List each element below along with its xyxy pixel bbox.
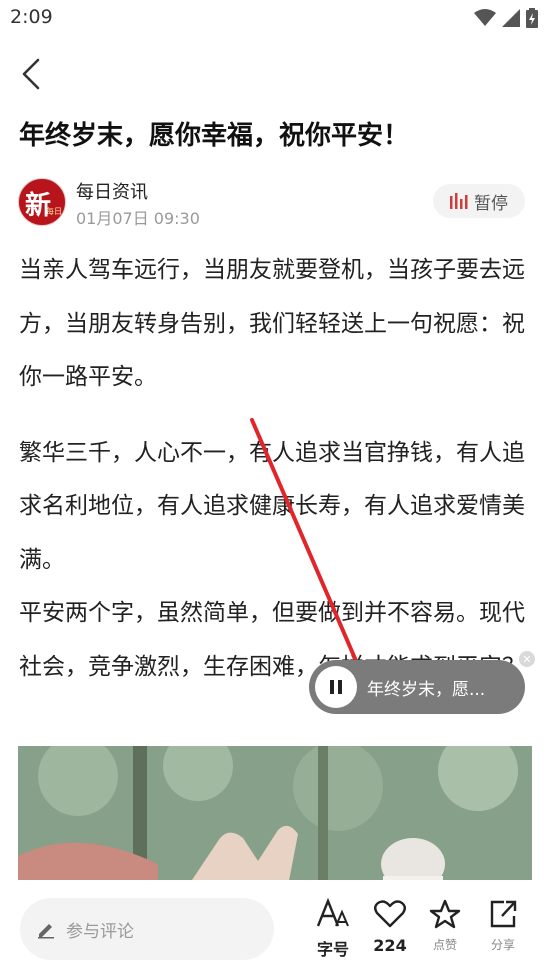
font-size-button[interactable]: 字号 bbox=[308, 897, 358, 960]
like-button[interactable]: 224 bbox=[365, 898, 415, 955]
article-paragraph: 繁华三千，人心不一，有人追求当官挣钱，有人追求名利地位，有人追求健康长寿，有人追… bbox=[19, 439, 525, 573]
comment-input[interactable]: 参与评论 bbox=[20, 898, 274, 960]
share-label: 分享 bbox=[490, 938, 515, 952]
close-icon: ✕ bbox=[522, 652, 532, 666]
font-size-label: 字号 bbox=[316, 940, 349, 959]
pause-icon bbox=[330, 680, 342, 694]
article-body: 当亲人驾车远行，当朋友就要登机，当孩子要去远方，当朋友转身告别，我们轻轻送上一句… bbox=[19, 244, 531, 694]
favorite-label: 点赞 bbox=[432, 938, 457, 952]
signal-icon bbox=[502, 9, 520, 27]
audio-bars-icon bbox=[450, 193, 468, 209]
heart-icon bbox=[374, 900, 406, 928]
article-photo[interactable] bbox=[18, 746, 532, 886]
author-name[interactable]: 每日资讯 bbox=[76, 178, 148, 204]
publish-date: 01月07日 09:30 bbox=[76, 209, 200, 228]
share-icon bbox=[490, 900, 517, 928]
wifi-icon bbox=[474, 9, 496, 26]
favorite-button[interactable]: 点赞 bbox=[420, 898, 470, 953]
font-size-icon bbox=[316, 897, 349, 927]
article-paragraph: 当亲人驾车远行，当朋友就要登机，当孩子要去远方，当朋友转身告别，我们轻轻送上一句… bbox=[19, 257, 525, 390]
share-button[interactable]: 分享 bbox=[478, 898, 528, 953]
pause-audio-button[interactable]: 暂停 bbox=[433, 184, 525, 218]
like-count: 224 bbox=[373, 936, 407, 955]
star-icon bbox=[429, 899, 461, 929]
floating-pause-button[interactable] bbox=[315, 666, 357, 708]
avatar-logo-subtext: 每日 bbox=[46, 207, 62, 216]
article-title: 年终岁末，愿你幸福，祝你平安！ bbox=[19, 121, 410, 151]
author-avatar[interactable]: 新 每日 bbox=[18, 178, 66, 226]
battery-icon bbox=[526, 8, 538, 28]
bottom-action-bar: 参与评论 字号 224 点赞 分享 bbox=[0, 880, 550, 977]
comment-placeholder: 参与评论 bbox=[66, 921, 134, 942]
floating-player-title: 年终岁末，愿... bbox=[367, 679, 486, 700]
status-time: 2:09 bbox=[10, 6, 53, 28]
photo-illustration bbox=[18, 746, 532, 886]
status-bar: 2:09 bbox=[0, 0, 550, 36]
system-icons bbox=[474, 8, 538, 28]
floating-audio-player[interactable]: 年终岁末，愿... bbox=[309, 660, 525, 714]
floating-close-button[interactable]: ✕ bbox=[519, 651, 535, 667]
back-button[interactable] bbox=[14, 56, 50, 92]
pencil-icon bbox=[38, 924, 54, 939]
pause-label: 暂停 bbox=[474, 193, 508, 214]
back-icon bbox=[22, 58, 40, 90]
